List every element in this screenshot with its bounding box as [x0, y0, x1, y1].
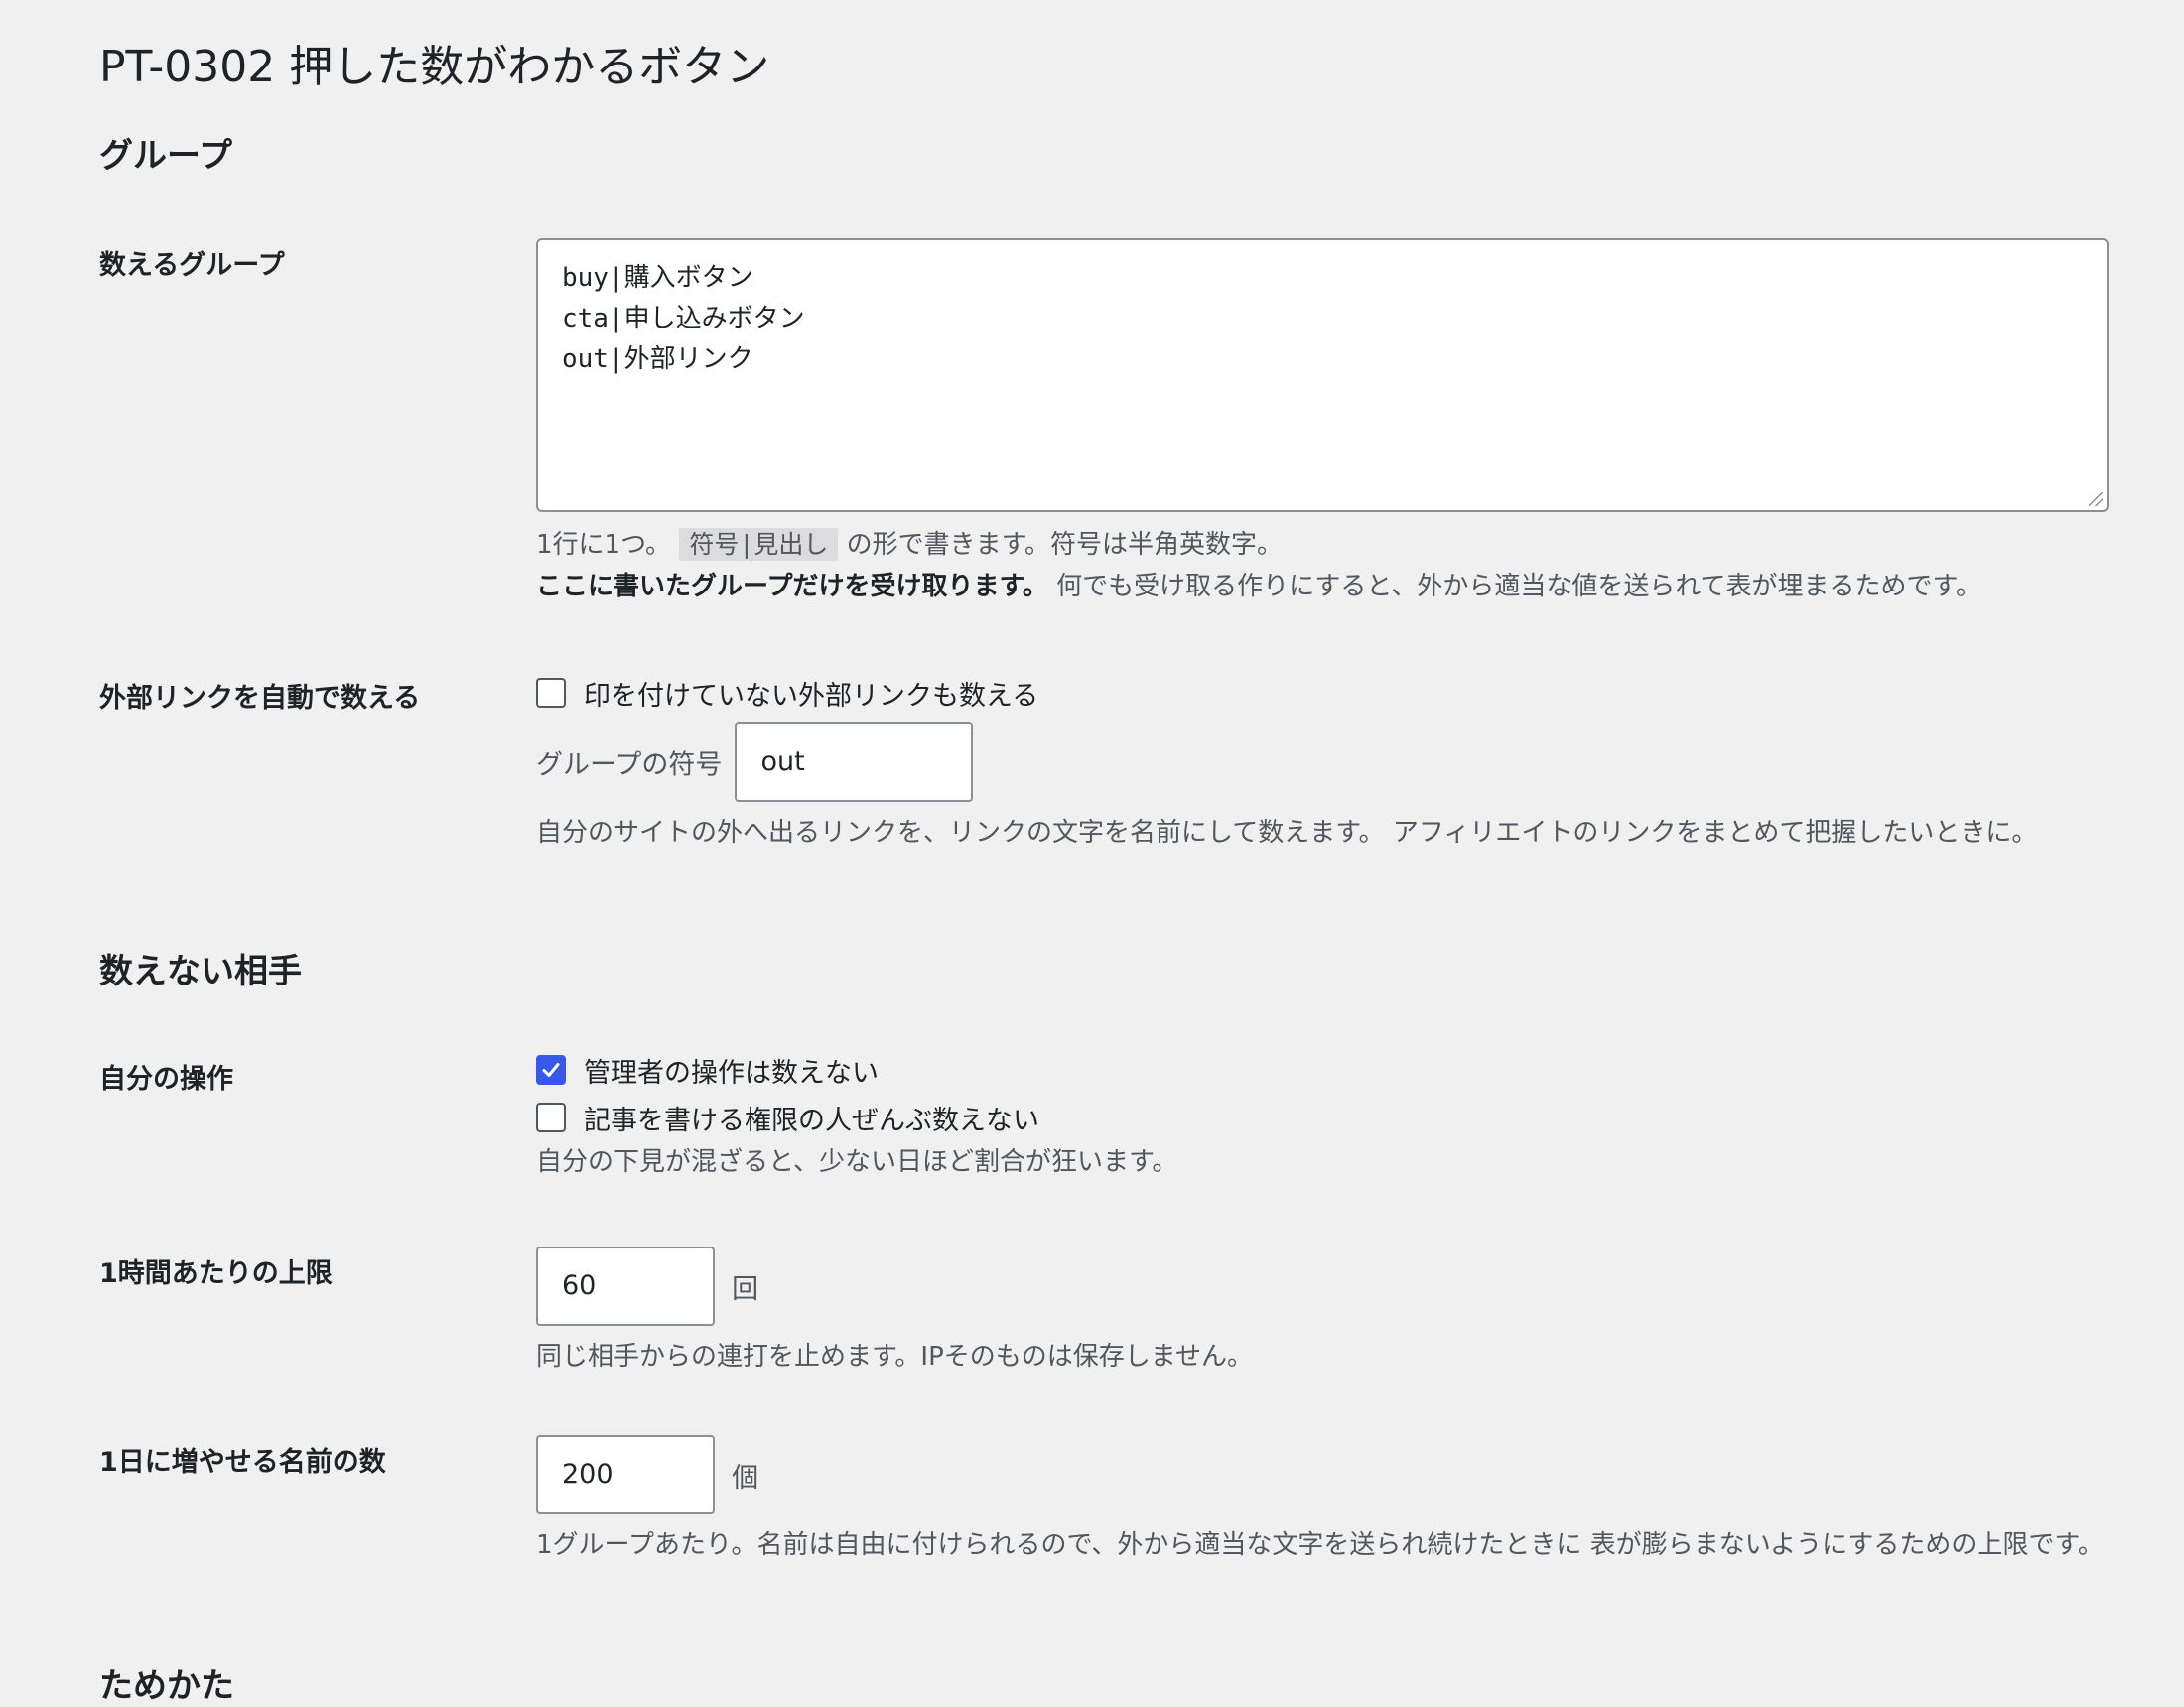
daily-names-description: 1グループあたり。名前は自由に付けられるので、外から適当な文字を送られ続けたとき…	[536, 1530, 2104, 1560]
external-links-checkbox[interactable]	[536, 678, 566, 708]
hourly-limit-unit: 回	[732, 1273, 759, 1305]
daily-names-input-row: 200 個	[536, 1435, 2109, 1514]
hourly-limit-field: 60 回 同じ相手からの連打を止めます。IPそのものは保存しません。	[536, 1247, 2109, 1378]
admin-checkbox-row[interactable]: 管理者の操作は数えない	[536, 1046, 2109, 1094]
settings-page: PT-0302 押した数がわかるボタン グループ 数えるグループ buy|購入ボ…	[0, 0, 2184, 1707]
own-actions-label: 自分の操作	[99, 1064, 233, 1095]
hourly-limit-description: 同じ相手からの連打を止めます。IPそのものは保存しません。	[536, 1342, 1253, 1372]
checkmark-icon	[542, 1063, 560, 1077]
format-code: 符号|見出し	[679, 528, 839, 561]
textarea-line: cta|申し込みボタン	[562, 304, 805, 333]
external-links-description: 自分のサイトの外へ出るリンクを、リンクの文字を名前にして数えます。 アフィリエイ…	[536, 818, 2038, 848]
section-title-group: グループ	[99, 136, 232, 176]
admin-checkbox-label: 管理者の操作は数えない	[584, 1057, 879, 1089]
editors-checkbox[interactable]	[536, 1103, 566, 1132]
symbol-row: グループの符号 out	[536, 722, 2109, 802]
own-actions-field: 管理者の操作は数えない 記事を書ける権限の人ぜんぶ数えない 自分の下見が混ざると…	[536, 1046, 2109, 1183]
external-links-field: 印を付けていない外部リンクも数える グループの符号 out 自分のサイトの外へ出…	[536, 669, 2109, 854]
daily-names-unit: 個	[732, 1462, 759, 1494]
symbol-input[interactable]: out	[735, 722, 974, 802]
count-groups-field: buy|購入ボタン cta|申し込みボタン out|外部リンク 1行に1つ。 符…	[536, 238, 2109, 607]
external-links-checkbox-row[interactable]: 印を付けていない外部リンクも数える	[536, 669, 2109, 717]
external-links-checkbox-label: 印を付けていない外部リンクも数える	[584, 680, 1039, 712]
textarea-line: out|外部リンク	[562, 344, 753, 374]
count-groups-label: 数えるグループ	[99, 250, 285, 281]
external-links-label: 外部リンクを自動で数える	[99, 683, 421, 714]
section-title-storage: ためかた	[99, 1666, 234, 1706]
daily-names-field: 200 個 1グループあたり。名前は自由に付けられるので、外から適当な文字を送ら…	[536, 1435, 2109, 1566]
count-groups-textarea[interactable]: buy|購入ボタン cta|申し込みボタン out|外部リンク	[536, 238, 2109, 512]
own-actions-description: 自分の下見が混ざると、少ない日ほど割合が狂います。	[536, 1147, 1178, 1177]
hourly-limit-input-row: 60 回	[536, 1247, 2109, 1326]
daily-names-label: 1日に増やせる名前の数	[99, 1447, 386, 1478]
hourly-limit-label: 1時間あたりの上限	[99, 1258, 333, 1289]
desc-prefix: 1行に1つ。	[536, 530, 672, 560]
count-groups-description: 1行に1つ。 符号|見出し の形で書きます。符号は半角英数字。 ここに書いたグル…	[536, 524, 2109, 607]
admin-checkbox[interactable]	[536, 1055, 566, 1085]
resize-handle-icon[interactable]	[2089, 492, 2103, 506]
symbol-label: グループの符号	[536, 749, 723, 781]
editors-checkbox-row[interactable]: 記事を書ける権限の人ぜんぶ数えない	[536, 1094, 2109, 1141]
textarea-line: buy|購入ボタン	[562, 263, 753, 293]
editors-checkbox-label: 記事を書ける権限の人ぜんぶ数えない	[584, 1105, 1039, 1136]
daily-names-input[interactable]: 200	[536, 1435, 715, 1514]
desc-suffix: の形で書きます。符号は半角英数字。	[846, 530, 1284, 560]
hourly-limit-input[interactable]: 60	[536, 1247, 715, 1326]
page-title: PT-0302 押した数がわかるボタン	[99, 42, 770, 92]
section-title-exclude: 数えない相手	[99, 952, 302, 991]
desc-rest: 何でも受け取る作りにすると、外から適当な値を送られて表が埋まるためです。	[1056, 572, 1981, 601]
desc-bold: ここに書いたグループだけを受け取ります。	[536, 572, 1048, 601]
